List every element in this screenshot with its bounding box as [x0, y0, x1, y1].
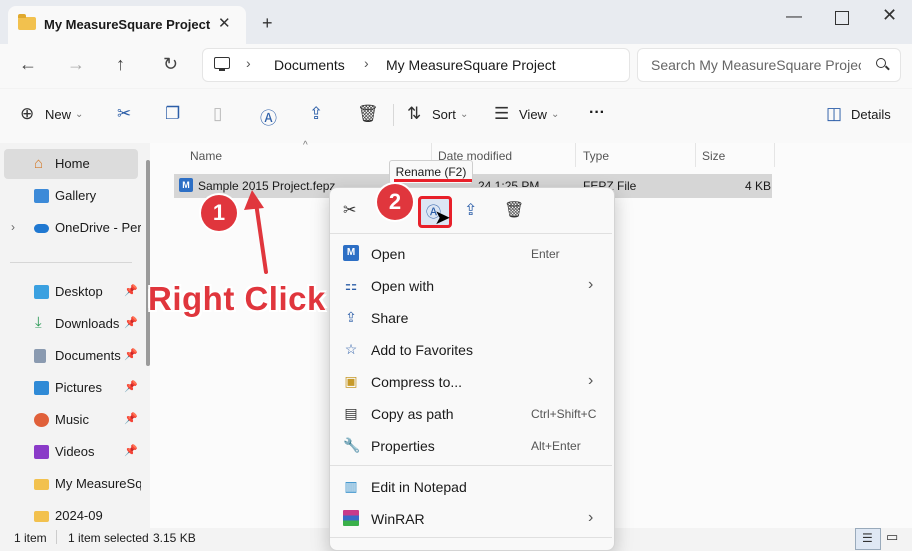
right-click-annotation: Right Click — [148, 280, 326, 317]
step-1-badge: 1 — [201, 195, 237, 231]
step-2-badge: 2 — [377, 184, 413, 220]
annotation-arrow — [244, 190, 268, 274]
